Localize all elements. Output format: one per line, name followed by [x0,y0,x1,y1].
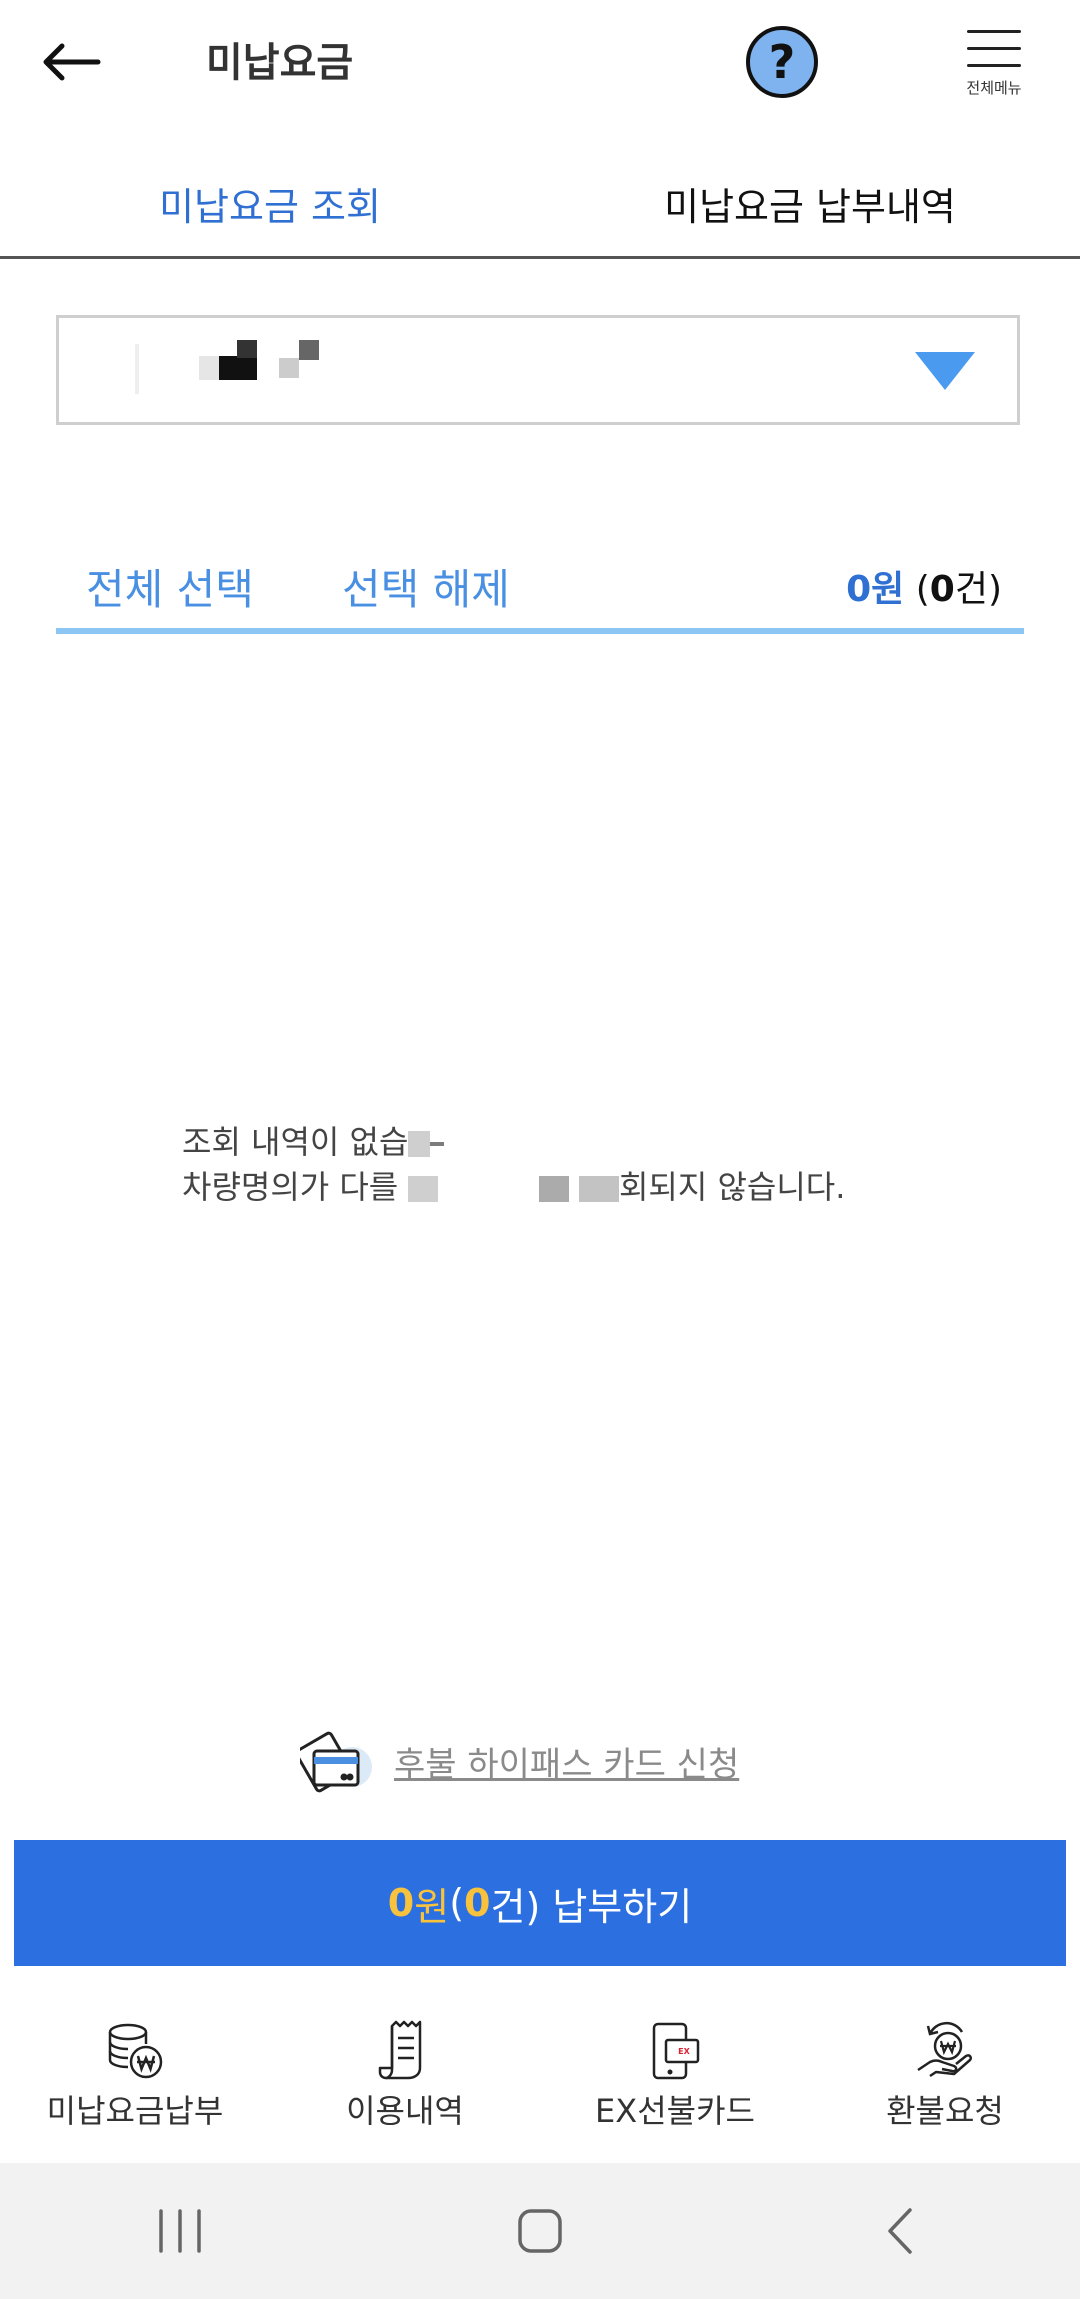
help-button[interactable]: ? [744,24,820,100]
dropdown-triangle-icon [915,352,975,390]
redacted-block [408,1131,431,1157]
tab-bar: 미납요금 조회 미납요금 납부내역 [0,150,1080,259]
pay-amount-unit: 원 [414,1884,450,1929]
recent-apps-button[interactable] [120,2191,240,2271]
menu-label: 전체메뉴 [966,79,1022,97]
pay-suffix: 건) 납부하기 [490,1884,693,1929]
selected-count: 0 [929,569,955,610]
nav-label: EX선불카드 [595,2092,755,2130]
hipass-card-apply-text: 후불 하이패스 카드 신청 [394,1744,740,1785]
system-back-button[interactable] [840,2191,960,2271]
redacted-block [408,1176,439,1202]
card-icon [300,1731,372,1793]
full-menu-button[interactable]: 전체메뉴 [944,30,1044,110]
home-icon [518,2209,562,2253]
select-all-button[interactable]: 전체 선택 [86,556,254,617]
receipt-icon [378,2020,422,2080]
chevron-left-icon [888,2208,912,2254]
selected-count-unit: 건) [954,569,1002,610]
vehicle-select[interactable] [56,315,1020,425]
nav-refund-request[interactable]: 환불요청 [810,2020,1080,2160]
tab-unpaid-inquiry[interactable]: 미납요금 조회 [0,150,540,256]
nav-ex-prepaid-card[interactable]: EX EX선불카드 [540,2020,810,2160]
nav-label: 이용내역 [346,2092,464,2130]
svg-text:?: ? [769,35,796,89]
selected-count-open: ( [915,569,930,610]
prepaid-card-icon: EX [652,2022,700,2080]
pay-count-open: ( [449,1881,465,1925]
nav-label: 미납요금납부 [46,2092,224,2130]
selection-summary: 0원 (0건) [846,560,1002,612]
nav-unpaid-payment[interactable]: 미납요금납부 [0,2020,270,2160]
empty-line-1: 조회 내역이 없습 [182,1123,409,1161]
redacted-block [538,1176,569,1202]
empty-line-2-end: 회되지 않습니다. [618,1168,846,1206]
hipass-card-apply-link[interactable]: 후불 하이패스 카드 신청 [300,1726,739,1796]
back-button[interactable] [40,22,130,102]
recent-apps-icon [159,2209,201,2253]
empty-state-message: 조회 내역이 없습 차량명의가 다를 회되지 않습니다. [182,1120,845,1210]
redacted-block [430,1142,445,1146]
deselect-button[interactable]: 선택 해제 [342,556,510,617]
system-nav-bar [0,2163,1080,2299]
selection-bar: 전체 선택 선택 해제 0원 (0건) [56,548,1024,634]
redacted-block [578,1176,619,1202]
empty-line-2-start: 차량명의가 다를 [182,1168,399,1206]
selected-amount-unit: 원 [871,569,905,610]
pay-amount: 0 [387,1881,415,1925]
arrow-left-icon [43,43,101,81]
vehicle-select-value [135,340,319,402]
nav-label: 환불요청 [886,2092,1004,2130]
selected-amount: 0 [846,569,872,610]
hamburger-icon [967,30,1021,67]
svg-text:EX: EX [678,2047,690,2056]
page-title: 미납요금 [206,40,354,86]
nav-usage-history[interactable]: 이용내역 [270,2020,540,2160]
help-icon: ? [746,26,818,98]
coin-won-icon [108,2023,163,2079]
pay-count: 0 [464,1881,491,1925]
pay-button[interactable]: 0원 (0 건) 납부하기 [14,1840,1066,1966]
bottom-nav: 미납요금납부 이용내역 EX EX선불카드 환불요청 [0,2020,1080,2160]
tab-payment-history[interactable]: 미납요금 납부내역 [540,150,1080,256]
refund-hand-icon [917,2021,973,2078]
home-button[interactable] [480,2191,600,2271]
